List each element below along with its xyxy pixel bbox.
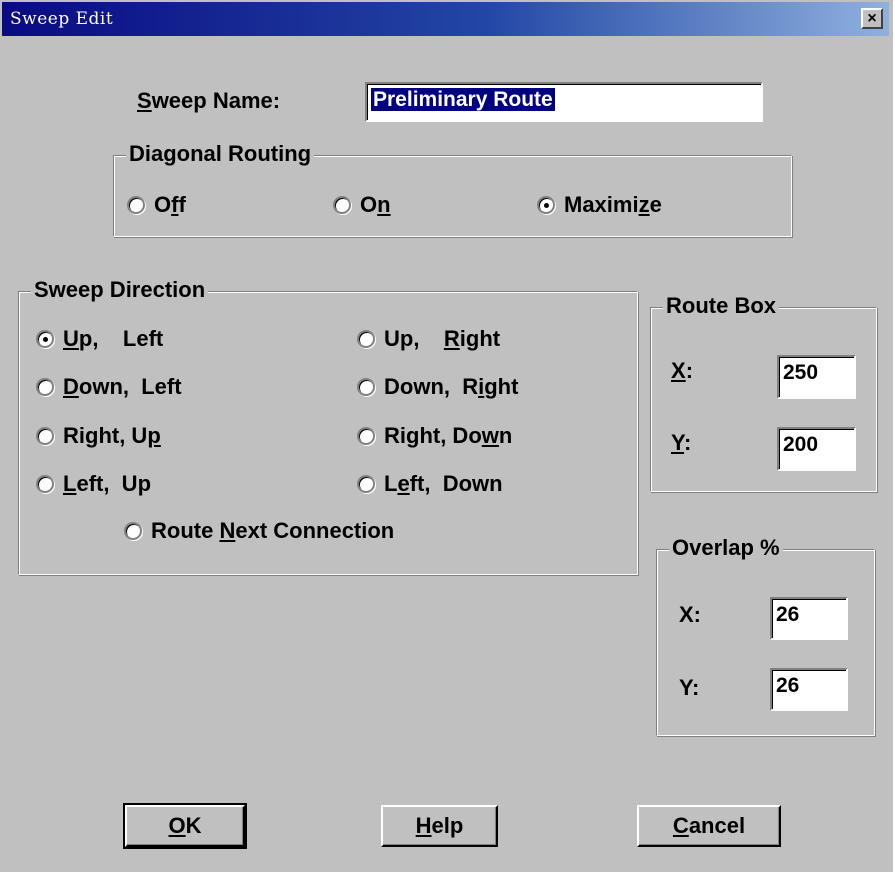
radio-up-left[interactable]: Up, Left [36, 325, 163, 353]
ok-button[interactable]: OK [123, 803, 247, 849]
overlap-x-label: X: [679, 602, 701, 627]
radio-circle-icon [127, 196, 145, 214]
radio-right-up[interactable]: Right, Up [36, 422, 161, 450]
title-bar: Sweep Edit × [2, 2, 889, 36]
overlap-y-label: Y: [679, 675, 700, 700]
overlap-x-value: 26 [776, 603, 800, 626]
route-box-y-value: 200 [783, 433, 819, 456]
radio-down-left[interactable]: Down, Left [36, 373, 182, 401]
radio-selected-icon [537, 196, 555, 214]
overlap-legend: Overlap % [669, 535, 783, 561]
sweep-name-label: Sweep Name: [137, 88, 281, 113]
radio-route-next-connection[interactable]: Route Next Connection [124, 517, 394, 545]
radio-circle-icon [357, 475, 375, 493]
radio-circle-icon [333, 196, 351, 214]
sweep-name-input[interactable]: Preliminary Route [365, 82, 763, 122]
radio-circle-icon [36, 427, 54, 445]
sweep-name-value: Preliminary Route [371, 88, 555, 111]
route-box-x-value: 250 [783, 361, 819, 384]
overlap-y-value: 26 [776, 674, 800, 697]
route-box-legend: Route Box [663, 293, 779, 319]
route-box-x-input[interactable]: 250 [777, 355, 856, 399]
sweep-direction-legend: Sweep Direction [31, 277, 209, 303]
overlap-x-input[interactable]: 26 [770, 597, 848, 640]
route-box-x-label: X: [671, 358, 694, 383]
overlap-y-input[interactable]: 26 [770, 668, 848, 711]
cancel-button[interactable]: Cancel [637, 805, 781, 847]
radio-right-down[interactable]: Right, Do w n [357, 422, 512, 450]
radio-selected-icon [36, 330, 54, 348]
radio-circle-icon [36, 378, 54, 396]
radio-circle-icon [124, 522, 142, 540]
radio-circle-icon [357, 378, 375, 396]
window-title: Sweep Edit [10, 9, 114, 29]
sweep-edit-dialog: Sweep Edit × Sweep Name: Preliminary Rou… [0, 0, 895, 874]
radio-diagonal-on[interactable]: On [333, 191, 391, 219]
radio-left-up[interactable]: Left, Up [36, 470, 151, 498]
radio-circle-icon [357, 330, 375, 348]
close-button[interactable]: × [861, 8, 883, 29]
diagonal-routing-group: Diagonal Routing [113, 141, 792, 237]
radio-diagonal-off[interactable]: Off [127, 191, 186, 219]
help-button[interactable]: Help [381, 805, 498, 847]
close-icon: × [867, 9, 877, 27]
radio-circle-icon [357, 427, 375, 445]
radio-down-right[interactable]: Down, Ri ght [357, 373, 518, 401]
radio-diagonal-maximize[interactable]: Maximi z e [537, 191, 662, 219]
route-box-y-label: Y: [671, 430, 692, 455]
radio-circle-icon [36, 475, 54, 493]
route-box-y-input[interactable]: 200 [777, 427, 856, 471]
radio-up-right[interactable]: Up, Right [357, 325, 500, 353]
diagonal-routing-legend: Diagonal Routing [126, 141, 315, 167]
radio-left-down[interactable]: Le ft, Down [357, 470, 503, 498]
